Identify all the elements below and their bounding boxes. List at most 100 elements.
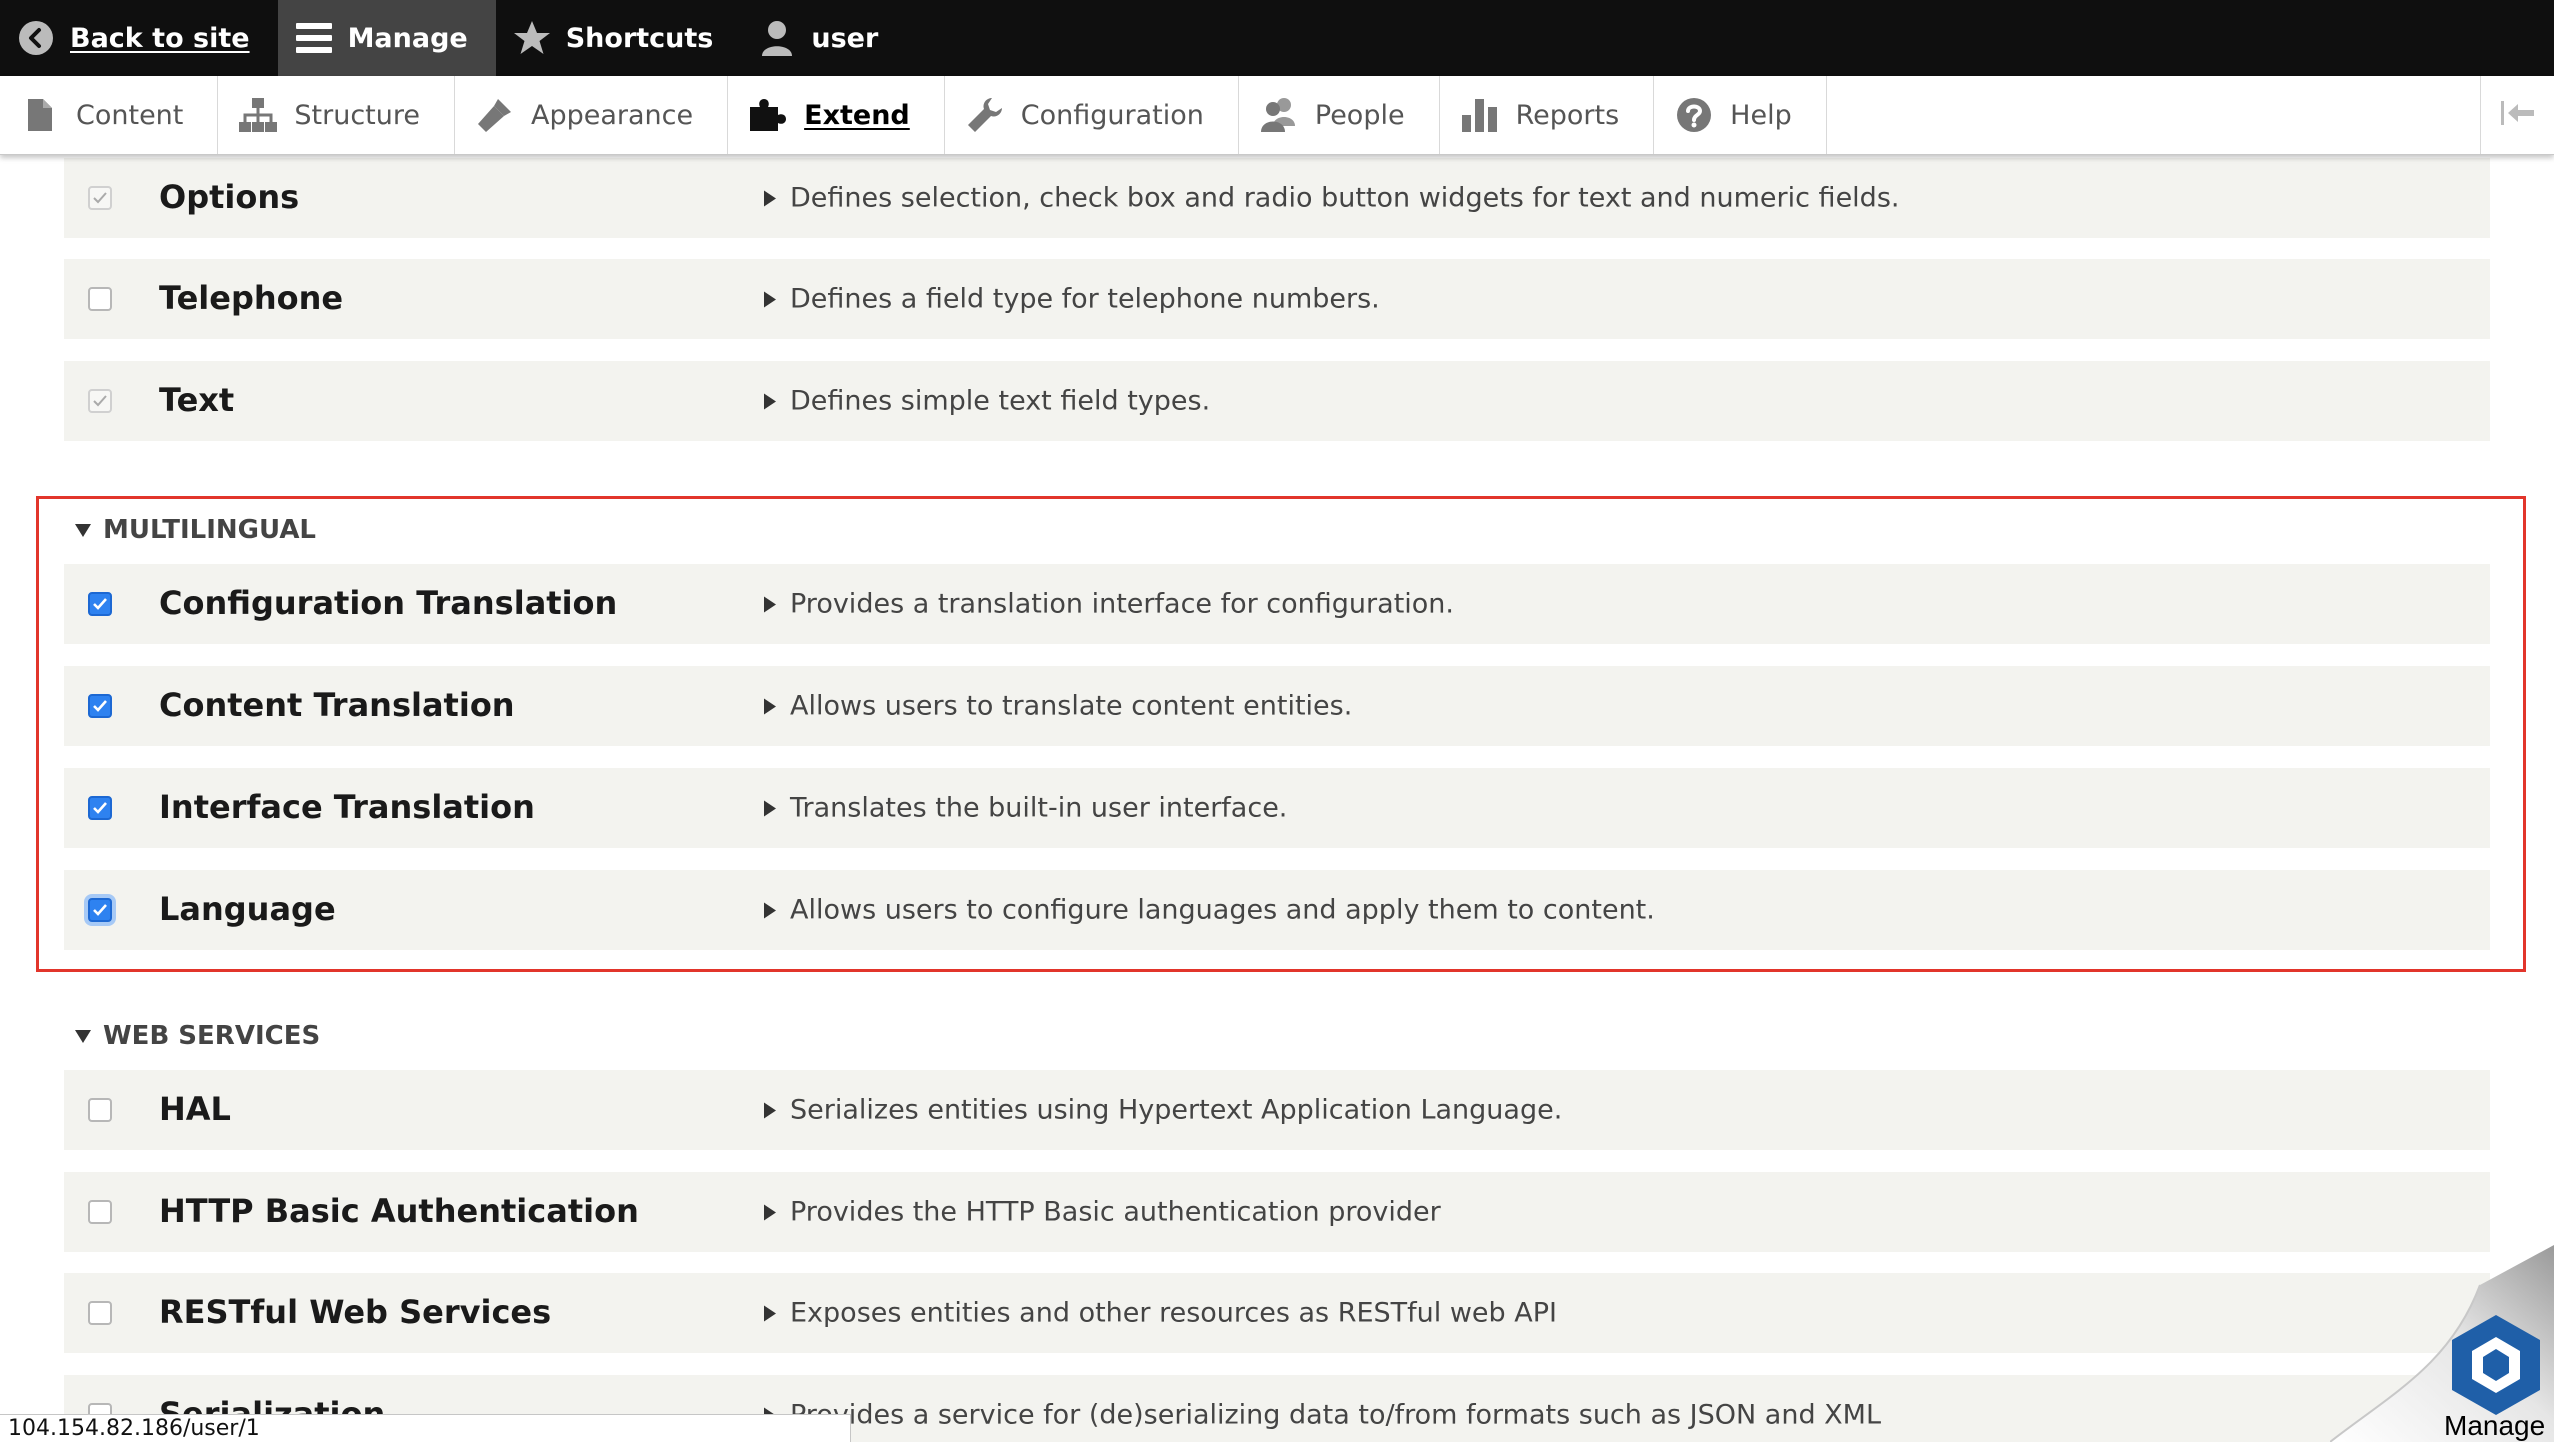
module-name: HAL xyxy=(159,1090,231,1129)
module-checkbox[interactable] xyxy=(88,796,112,820)
module-description-toggle[interactable]: Translates the built-in user interface. xyxy=(764,793,1287,824)
module-description-toggle[interactable]: Allows users to translate content entiti… xyxy=(764,691,1352,722)
module-name: Interface Translation xyxy=(159,788,535,827)
section-heading: WEB SERVICES xyxy=(103,1021,321,1051)
module-description-toggle[interactable]: Serializes entities using Hypertext Appl… xyxy=(764,1095,1562,1126)
expand-triangle-icon xyxy=(764,1305,776,1321)
module-row-interface-translation: Interface Translation Translates the bui… xyxy=(64,768,2490,848)
module-description: Provides a translation interface for con… xyxy=(790,588,1454,620)
tray-item-reports[interactable]: Reports xyxy=(1440,76,1655,154)
module-checkbox[interactable] xyxy=(88,287,112,311)
expand-triangle-icon xyxy=(764,1204,776,1220)
check-icon xyxy=(93,192,107,204)
tray-item-label: Content xyxy=(76,99,184,131)
tray-item-label: Appearance xyxy=(531,99,694,131)
tray-item-label: Reports xyxy=(1515,99,1620,131)
module-name: RESTful Web Services xyxy=(159,1293,552,1332)
collapse-triangle-icon xyxy=(75,1029,91,1043)
module-description: Serializes entities using Hypertext Appl… xyxy=(790,1094,1563,1126)
module-description-toggle[interactable]: Exposes entities and other resources as … xyxy=(764,1298,1557,1329)
shortcuts-label: Shortcuts xyxy=(565,22,714,54)
module-checkbox[interactable] xyxy=(88,592,112,616)
tray-item-structure[interactable]: Structure xyxy=(218,76,455,154)
people-icon xyxy=(1259,95,1299,135)
back-to-site-label: Back to site xyxy=(70,22,250,54)
manage-tab[interactable]: Manage xyxy=(277,0,496,76)
collapse-arrow-icon xyxy=(2500,99,2536,131)
module-description: Translates the built-in user interface. xyxy=(790,792,1288,824)
expand-triangle-icon xyxy=(764,190,776,206)
module-name: Options xyxy=(159,178,300,217)
section-toggle-web-services[interactable]: WEB SERVICES xyxy=(75,1021,320,1051)
file-icon xyxy=(20,95,60,135)
section-toggle-multilingual[interactable]: MULTILINGUAL xyxy=(75,515,316,545)
module-checkbox[interactable] xyxy=(88,694,112,718)
module-name: Content Translation xyxy=(159,686,515,725)
module-description-toggle[interactable]: Defines a field type for telephone numbe… xyxy=(764,284,1380,315)
module-description-toggle[interactable]: Defines simple text field types. xyxy=(764,386,1210,417)
module-row-http-basic-auth: HTTP Basic Authentication Provides the H… xyxy=(64,1172,2490,1252)
module-name: Telephone xyxy=(159,279,344,318)
module-row-options: Options Defines selection, check box and… xyxy=(64,158,2490,238)
check-icon xyxy=(93,395,107,407)
browser-status-url: 104.154.82.186/user/1 xyxy=(0,1414,851,1442)
tray-item-configuration[interactable]: Configuration xyxy=(945,76,1239,154)
module-description-toggle[interactable]: Allows users to configure languages and … xyxy=(764,895,1655,926)
module-checkbox[interactable] xyxy=(88,1200,112,1224)
expand-triangle-icon xyxy=(764,1102,776,1118)
star-icon xyxy=(512,18,552,58)
user-icon xyxy=(757,18,797,58)
module-description: Allows users to translate content entiti… xyxy=(790,690,1353,722)
module-description-toggle[interactable]: Provides a service for (de)serializing d… xyxy=(764,1400,1881,1431)
module-description: Exposes entities and other resources as … xyxy=(790,1297,1557,1329)
module-name: Language xyxy=(159,890,336,929)
tray-item-extend[interactable]: Extend xyxy=(728,76,945,154)
module-description-toggle[interactable]: Defines selection, check box and radio b… xyxy=(764,183,1899,214)
module-description: Allows users to configure languages and … xyxy=(790,894,1655,926)
module-checkbox[interactable] xyxy=(88,1098,112,1122)
module-description: Provides the HTTP Basic authentication p… xyxy=(790,1196,1441,1228)
expand-triangle-icon xyxy=(764,800,776,816)
check-icon xyxy=(93,598,107,610)
check-icon xyxy=(93,700,107,712)
module-row-content-translation: Content Translation Allows users to tran… xyxy=(64,666,2490,746)
admin-toolbar: Back to site Manage Shortcuts user xyxy=(0,0,2554,76)
tray-item-help[interactable]: Help xyxy=(1654,76,1827,154)
module-description: Defines a field type for telephone numbe… xyxy=(790,283,1380,315)
module-row-restful-web-services: RESTful Web Services Exposes entities an… xyxy=(64,1273,2490,1353)
module-name: Configuration Translation xyxy=(159,584,618,623)
module-description: Defines selection, check box and radio b… xyxy=(790,182,1900,214)
tray-item-label: People xyxy=(1314,99,1405,131)
collapse-triangle-icon xyxy=(75,523,91,537)
module-row-language: Language Allows users to configure langu… xyxy=(64,870,2490,950)
module-description-toggle[interactable]: Provides the HTTP Basic authentication p… xyxy=(764,1197,1441,1228)
tray-item-people[interactable]: People xyxy=(1239,76,1440,154)
tray-item-content[interactable]: Content xyxy=(0,76,219,154)
module-checkbox[interactable] xyxy=(88,1301,112,1325)
expand-triangle-icon xyxy=(764,393,776,409)
back-to-site-link[interactable]: Back to site xyxy=(0,0,278,76)
tray-item-appearance[interactable]: Appearance xyxy=(455,76,729,154)
puzzle-icon xyxy=(748,95,788,135)
module-row-text: Text Defines simple text field types. xyxy=(64,361,2490,441)
module-checkbox[interactable] xyxy=(88,898,112,922)
paintbrush-icon xyxy=(475,95,515,135)
manage-label: Manage xyxy=(347,22,468,54)
user-label: user xyxy=(811,22,879,54)
user-tab[interactable]: user xyxy=(741,0,906,76)
module-description-toggle[interactable]: Provides a translation interface for con… xyxy=(764,589,1454,620)
floating-widget-label: Manage xyxy=(2444,1410,2546,1441)
module-checkbox[interactable] xyxy=(88,389,112,413)
shortcuts-tab[interactable]: Shortcuts xyxy=(496,0,742,76)
section-heading: MULTILINGUAL xyxy=(103,515,317,545)
tray-orientation-toggle[interactable] xyxy=(2480,76,2554,154)
module-description: Defines simple text field types. xyxy=(790,385,1211,417)
chevron-left-circle-icon xyxy=(16,18,56,58)
check-icon xyxy=(93,904,107,916)
module-row-hal: HAL Serializes entities using Hypertext … xyxy=(64,1070,2490,1150)
expand-triangle-icon xyxy=(764,698,776,714)
tray-item-label: Configuration xyxy=(1020,99,1204,131)
sitemap-icon xyxy=(238,95,278,135)
module-checkbox[interactable] xyxy=(88,186,112,210)
expand-triangle-icon xyxy=(764,291,776,307)
